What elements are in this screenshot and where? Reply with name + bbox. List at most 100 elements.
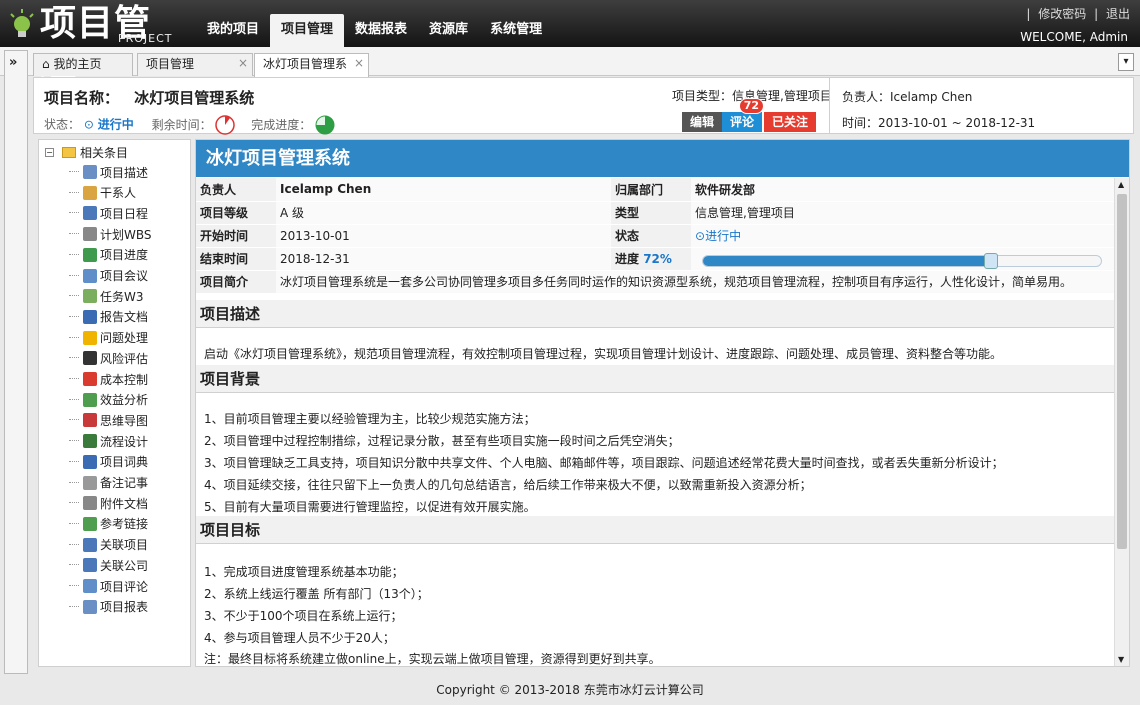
- nav-system-management[interactable]: 系统管理: [479, 14, 553, 47]
- tree-item[interactable]: 项目评论: [69, 576, 148, 596]
- section-line: 2、项目管理中过程控制措综，过程记录分散，甚至有些项目实施一段时间之后凭空消失；: [204, 434, 680, 448]
- nav-data-reports[interactable]: 数据报表: [344, 14, 418, 47]
- section-heading: 项目背景: [196, 365, 1114, 393]
- tree-item[interactable]: 问题处理: [69, 328, 148, 348]
- chart-icon: [83, 392, 97, 407]
- logo-subtext: PROJECT: [118, 32, 173, 45]
- nav-project-management[interactable]: 项目管理: [270, 14, 345, 47]
- page-title: 项目名称： 冰灯项目管理系统: [44, 89, 255, 107]
- mindmap-icon: [83, 413, 97, 428]
- scrollbar-thumb[interactable]: [1117, 194, 1127, 549]
- meeting-icon: [83, 268, 97, 283]
- change-password-link[interactable]: 修改密码: [1038, 7, 1086, 21]
- section-line: 1、完成项目进度管理系统基本功能；: [204, 565, 404, 579]
- edit-button[interactable]: 编辑: [682, 112, 723, 132]
- tree-item[interactable]: 项目词典: [69, 452, 148, 472]
- tree-item-label: 干系人: [100, 186, 137, 201]
- section-line: 注：最终目标将系统建立做online上，实现云端上做项目管理，资源得到更好到共享…: [204, 652, 661, 666]
- section-line: 3、项目管理缺乏工具支持，项目知识分散中共享文件、个人电脑、邮箱邮件等，项目跟踪…: [204, 456, 1004, 470]
- section-line: 4、参与项目管理人员不少于20人；: [204, 631, 395, 645]
- section-heading: 项目描述: [196, 300, 1114, 328]
- tree-item[interactable]: 计划WBS: [69, 224, 152, 244]
- tree-item[interactable]: 流程设计: [69, 431, 149, 451]
- tree-root[interactable]: − 相关条目: [45, 144, 128, 161]
- follow-button[interactable]: 已关注: [764, 112, 817, 132]
- tree-item[interactable]: 报告文档: [69, 307, 148, 327]
- yen-icon: [83, 372, 97, 386]
- tree-item-label: 流程设计: [100, 434, 149, 449]
- scrollbar[interactable]: ▲ ▼: [1114, 178, 1129, 666]
- close-icon[interactable]: ×: [354, 53, 364, 73]
- logout-link[interactable]: 退出: [1106, 7, 1130, 21]
- tree-item[interactable]: 成本控制: [69, 369, 148, 389]
- tree-item[interactable]: 参考链接: [69, 514, 148, 534]
- comment-icon: [83, 579, 97, 593]
- tree-item[interactable]: 备注记事: [69, 473, 149, 493]
- people-icon: [83, 185, 97, 200]
- scroll-down-icon[interactable]: ▼: [1118, 655, 1124, 664]
- company-icon: [83, 558, 97, 573]
- tree-item-label: 项目描述: [100, 165, 149, 180]
- tab-icelamp-system[interactable]: 冰灯项目管理系 ×: [254, 53, 369, 77]
- tree-item[interactable]: 效益分析: [69, 390, 149, 410]
- tree-item[interactable]: 项目会议: [69, 266, 148, 286]
- related-items-tree: − 相关条目 项目描述干系人项目日程计划WBS 项目进度 项目会议任务W3 报告文档问…: [38, 139, 191, 667]
- top-bar: 项目管理 PROJECT 我的项目 项目管理 数据报表 资源库 系统管理 | 修…: [0, 0, 1140, 86]
- tree-item-label: 效益分析: [100, 393, 149, 408]
- double-chevron-right-icon: »: [9, 55, 18, 70]
- tab-project-management[interactable]: 项目管理 ×: [137, 53, 253, 76]
- progress-percent: 72%: [643, 252, 672, 266]
- tree-item[interactable]: 关联项目: [69, 535, 149, 555]
- tree-item[interactable]: 项目报表: [69, 597, 149, 617]
- tab-label: 冰灯项目管理系: [263, 57, 348, 71]
- calendar-icon: [83, 206, 97, 221]
- tree-item[interactable]: 项目描述: [69, 162, 149, 182]
- table-row: 开始时间 2013-10-01 状态 ⊙进行中: [196, 224, 1114, 248]
- project-header: 项目名称： 冰灯项目管理系统 状态： ⊙ 进行中 剩余时间： 完成进度： 项目类…: [33, 77, 1134, 135]
- tree-item-label: 关联项目: [100, 538, 149, 553]
- tree-item-label: 备注记事: [100, 476, 149, 490]
- section-line: 启动《冰灯项目管理系统》，规范项目管理流程，有效控制项目管理过程，实现项目管理计…: [204, 347, 1003, 361]
- link-icon: [83, 516, 97, 531]
- progress-slider-handle[interactable]: [984, 253, 998, 269]
- remaining-time-icon: [215, 115, 236, 135]
- header-meta: 负责人：Icelamp Chen 时间：2013-10-01 ~ 2018-12…: [829, 78, 1134, 133]
- tree-item-label: 任务W3: [100, 289, 144, 304]
- play-icon: ⊙: [695, 229, 706, 243]
- tree-item[interactable]: 干系人: [69, 183, 137, 203]
- tree-item-label: 项目日程: [100, 206, 149, 221]
- tree-item[interactable]: 风险评估: [69, 348, 149, 368]
- tree-item-label: 项目报表: [100, 600, 149, 615]
- sidebar-toggle[interactable]: »: [4, 50, 28, 674]
- progress-pie-icon: [315, 115, 335, 135]
- section-line: 4、项目延续交接，往往只留下上一负责人的几句总结语言，给后续工作带来极大不便，以…: [204, 478, 812, 492]
- chevron-down-icon[interactable]: ▾: [1118, 53, 1134, 71]
- status-value: 进行中: [97, 117, 134, 132]
- status-line: 状态： ⊙ 进行中 剩余时间： 完成进度：: [44, 115, 335, 135]
- collapse-icon[interactable]: −: [45, 148, 54, 157]
- tree-item[interactable]: 思维导图: [69, 410, 148, 430]
- task-icon: [83, 289, 97, 304]
- tree-item[interactable]: 关联公司: [69, 555, 148, 575]
- section-heading: 项目目标: [196, 516, 1114, 544]
- tree-item[interactable]: 任务W3: [69, 286, 144, 306]
- tree-item[interactable]: 项目日程: [69, 203, 149, 223]
- section-line: 2、系统上线运行覆盖 所有部门（13个）；: [204, 587, 429, 601]
- tree-item-label: 风险评估: [100, 351, 149, 366]
- close-icon[interactable]: ×: [238, 53, 248, 73]
- logo[interactable]: 项目管理 PROJECT: [4, 3, 174, 86]
- nav-resource-library[interactable]: 资源库: [418, 14, 479, 47]
- tab-home[interactable]: ⌂ 我的主页: [33, 53, 133, 76]
- report-icon: [83, 309, 97, 324]
- section-line: 1、目前项目管理主要以经验管理为主，比较少规范实施方法；: [204, 412, 536, 426]
- tree-item-label: 计划WBS: [100, 227, 152, 242]
- tree-item-label: 附件文档: [100, 496, 149, 511]
- scroll-up-icon[interactable]: ▲: [1118, 180, 1124, 189]
- content-title: 冰灯项目管理系统: [196, 140, 1129, 177]
- doc-icon: [83, 165, 97, 179]
- tree-item[interactable]: 附件文档: [69, 493, 149, 513]
- action-buttons: 编辑 评论 72 已关注: [682, 98, 817, 132]
- comment-button[interactable]: 评论 72: [722, 98, 765, 132]
- tree-item[interactable]: 项目进度: [69, 245, 148, 265]
- nav-my-projects[interactable]: 我的项目: [196, 14, 270, 47]
